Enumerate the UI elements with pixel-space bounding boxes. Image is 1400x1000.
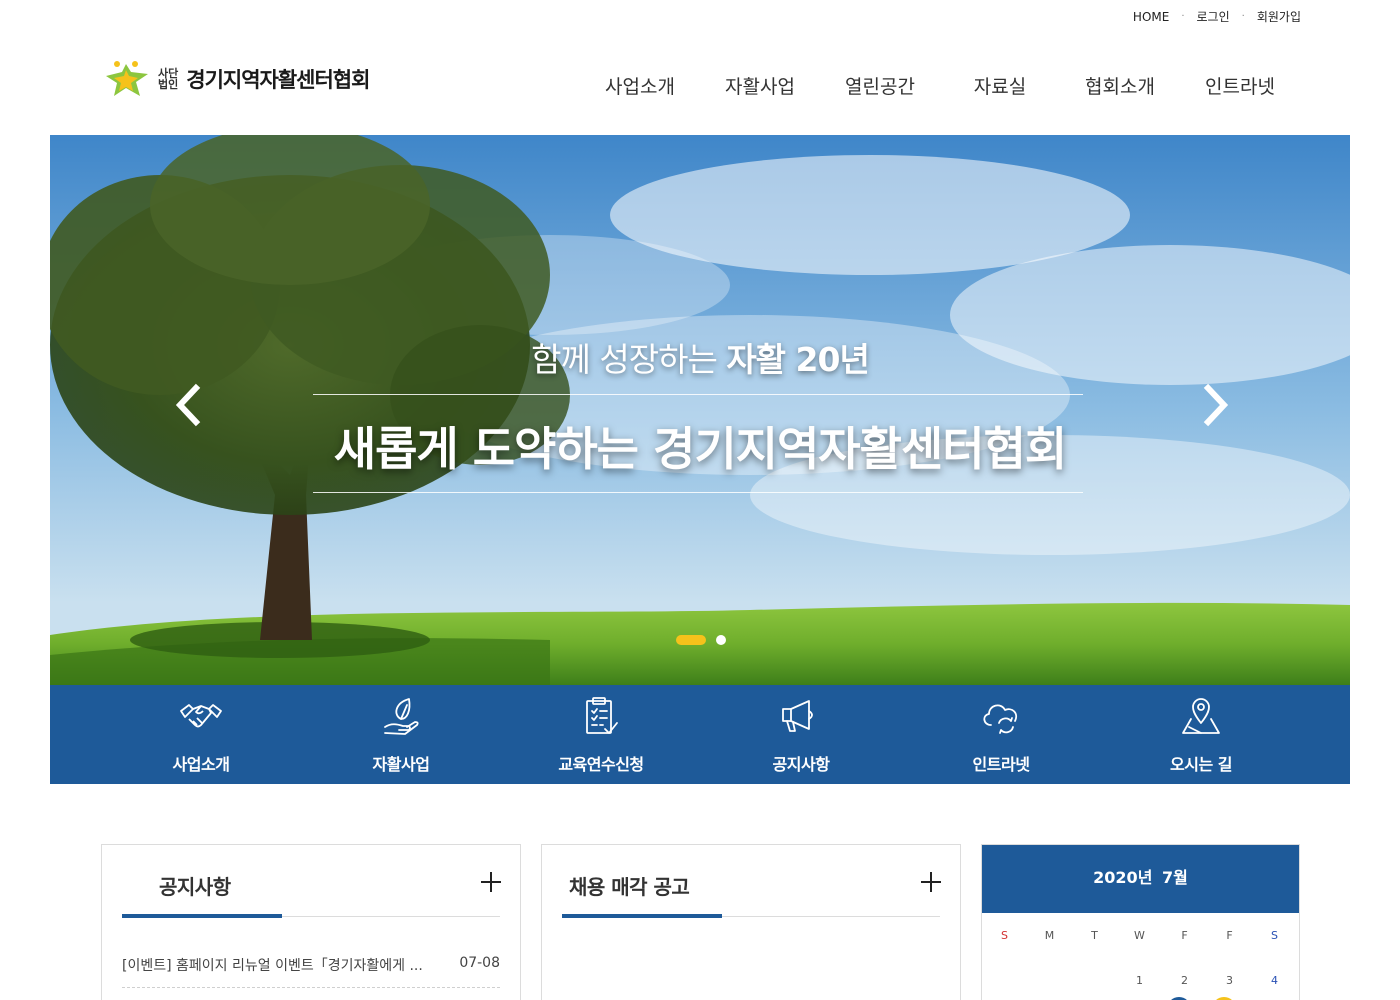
quick-item-directions[interactable]: 오시는 길 — [1101, 685, 1301, 784]
quick-item-notice[interactable]: 공지사항 — [701, 685, 901, 784]
logo-small-bottom: 법인 — [158, 78, 179, 91]
hero-title: 새롭게 도약하는 경기지역자활센터협회 — [333, 422, 1067, 476]
logo-mark-icon — [106, 61, 148, 96]
site-logo[interactable]: 사단 법인 경기지역자활센터협회 — [100, 58, 370, 100]
calendar-date[interactable]: 4 — [1252, 974, 1297, 987]
notice-board-title[interactable]: 공지사항 — [159, 871, 231, 900]
calendar-date[interactable]: 3 — [1207, 974, 1252, 987]
weekday-tue: T — [1091, 929, 1098, 942]
slider-dot[interactable] — [716, 635, 726, 645]
slider-prev-button[interactable] — [168, 380, 208, 430]
quick-label: 사업소개 — [172, 755, 230, 774]
quick-label: 인트라넷 — [972, 755, 1030, 774]
weekday-thu: F — [1181, 929, 1188, 942]
calendar-date[interactable]: 1 — [1117, 974, 1162, 987]
nav-item-open-space[interactable]: 열린공간 — [820, 72, 940, 99]
quick-item-business-intro[interactable]: 사업소개 — [101, 685, 301, 784]
calendar-date-row: 1 2 3 4 — [982, 974, 1299, 987]
hero-subtitle-bold: 자활 20년 — [726, 340, 869, 379]
calendar-month-title: 2020년 7월 — [982, 845, 1299, 913]
calendar-date[interactable]: 2 — [1162, 974, 1207, 987]
nav-item-archive[interactable]: 자료실 — [940, 72, 1060, 99]
notice-row-date: 07-08 — [459, 955, 500, 971]
nav-item-business-intro[interactable]: 사업소개 — [580, 72, 700, 99]
calendar-date — [1072, 974, 1117, 987]
cloud-sync-icon — [983, 704, 1018, 734]
active-tab-indicator — [122, 914, 282, 918]
quick-label: 공지사항 — [772, 755, 830, 774]
quick-menu-bar: 사업소개 자활사업 교육연수신청 공지사항 인트라넷 오시는 길 — [50, 685, 1350, 784]
hero-subtitle-plain: 함께 성장하는 — [531, 340, 727, 379]
quick-item-intranet[interactable]: 인트라넷 — [901, 685, 1101, 784]
chevron-left-icon — [175, 383, 201, 427]
nav-item-self-support[interactable]: 자활사업 — [700, 72, 820, 99]
nav-item-intranet[interactable]: 인트라넷 — [1180, 72, 1300, 99]
calendar-widget: 2020년 7월 S M T W F F S 1 2 3 4 — [981, 844, 1300, 1000]
hand-leaf-icon — [384, 698, 419, 735]
hero-divider-bottom — [313, 492, 1083, 493]
calendar-date — [982, 974, 1027, 987]
weekday-fri: F — [1226, 929, 1233, 942]
notice-more-button[interactable] — [480, 871, 502, 893]
active-tab-indicator — [562, 914, 722, 918]
logo-corporation-label: 사단 법인 — [158, 68, 178, 90]
weekday-mon: M — [1044, 929, 1055, 942]
recruitment-more-button[interactable] — [920, 871, 942, 893]
recruitment-board-title[interactable]: 채용 매각 공고 — [569, 871, 690, 900]
separator: · — [1181, 11, 1185, 22]
separator: · — [1241, 11, 1245, 22]
slider-next-button[interactable] — [1196, 380, 1236, 430]
megaphone-icon — [782, 700, 813, 732]
hero-slider: 함께 성장하는 자활 20년 새롭게 도약하는 경기지역자활센터협회 — [50, 135, 1350, 685]
logo-name: 경기지역자활센터협회 — [186, 67, 370, 92]
calendar-date — [1027, 974, 1072, 987]
plus-icon — [921, 872, 941, 892]
notice-row[interactable]: [이벤트] 홈페이지 리뉴얼 이벤트「경기자활에게 ... 07-08 — [122, 955, 500, 988]
quick-item-training-application[interactable]: 교육연수신청 — [501, 685, 701, 784]
quick-item-self-support[interactable]: 자활사업 — [301, 685, 501, 784]
main-nav: 사업소개 자활사업 열린공간 자료실 협회소개 인트라넷 — [580, 72, 1300, 99]
hero-subtitle: 함께 성장하는 자활 20년 — [50, 333, 1350, 381]
slider-dot-active[interactable] — [676, 635, 706, 645]
notice-board: 공지사항 [이벤트] 홈페이지 리뉴얼 이벤트「경기자활에게 ... 07-08 — [101, 844, 521, 1000]
checklist-icon — [586, 697, 618, 734]
quick-label: 오시는 길 — [1170, 755, 1232, 774]
weekday-sun: S — [1001, 929, 1008, 942]
quick-label: 자활사업 — [372, 755, 430, 774]
nav-item-about[interactable]: 협회소개 — [1060, 72, 1180, 99]
utility-nav: HOME · 로그인 · 회원가입 — [1133, 8, 1301, 25]
hero-landscape-image — [50, 135, 1350, 685]
login-link[interactable]: 로그인 — [1197, 8, 1230, 25]
notice-row-title: [이벤트] 홈페이지 리뉴얼 이벤트「경기자활에게 ... — [122, 958, 423, 974]
chevron-right-icon — [1203, 383, 1229, 427]
plus-icon — [481, 872, 501, 892]
recruitment-board: 채용 매각 공고 — [541, 844, 961, 1000]
slider-pagination — [676, 635, 726, 645]
home-link[interactable]: HOME — [1133, 10, 1169, 24]
signup-link[interactable]: 회원가입 — [1257, 8, 1301, 25]
quick-label: 교육연수신청 — [558, 755, 644, 774]
map-pin-icon — [1182, 698, 1220, 734]
weekday-sat: S — [1271, 929, 1278, 942]
weekday-wed: W — [1134, 929, 1145, 942]
calendar-weekday-row: S M T W F F S — [982, 929, 1299, 942]
hero-divider-top — [313, 394, 1083, 395]
handshake-icon — [180, 704, 222, 728]
